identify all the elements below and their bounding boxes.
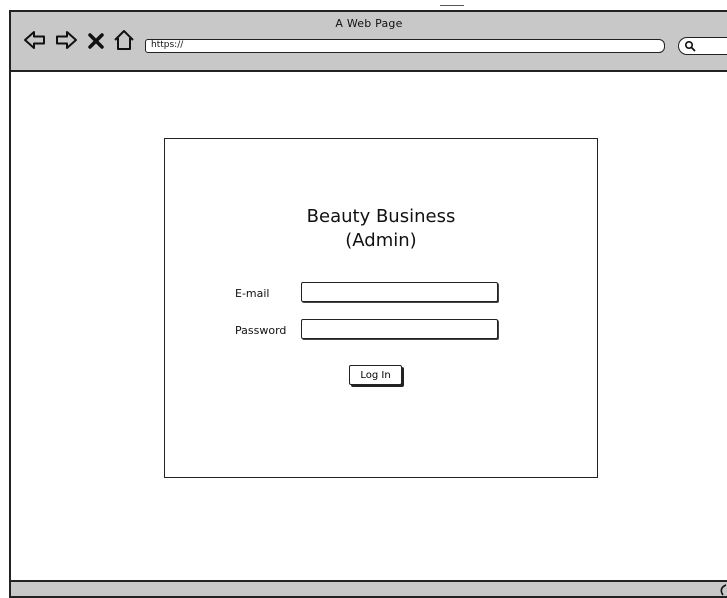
close-icon[interactable] xyxy=(87,28,105,52)
address-bar-text: https:// xyxy=(151,40,184,50)
resize-grip-icon[interactable] xyxy=(717,584,727,596)
window-drag-handle[interactable] xyxy=(440,5,464,6)
search-icon xyxy=(684,40,696,52)
home-icon[interactable] xyxy=(112,28,136,52)
email-field[interactable] xyxy=(301,282,498,302)
title-line-2: (Admin) xyxy=(345,230,417,251)
search-box[interactable] xyxy=(678,37,727,55)
password-field[interactable] xyxy=(301,319,498,339)
email-label: E-mail xyxy=(235,287,270,300)
login-form: Beauty Business (Admin) E-mail Password … xyxy=(164,138,598,478)
page-title: Beauty Business (Admin) xyxy=(165,205,597,253)
back-arrow-icon[interactable] xyxy=(23,28,47,52)
status-bar xyxy=(11,580,727,596)
browser-window: A Web Page https:// Beauty Business (Adm… xyxy=(9,10,727,598)
forward-arrow-icon[interactable] xyxy=(54,28,78,52)
log-in-button[interactable]: Log In xyxy=(349,365,402,385)
title-line-1: Beauty Business xyxy=(306,206,456,227)
address-bar[interactable]: https:// xyxy=(145,39,665,53)
password-label: Password xyxy=(235,324,287,337)
browser-toolbar: A Web Page https:// xyxy=(11,12,727,72)
